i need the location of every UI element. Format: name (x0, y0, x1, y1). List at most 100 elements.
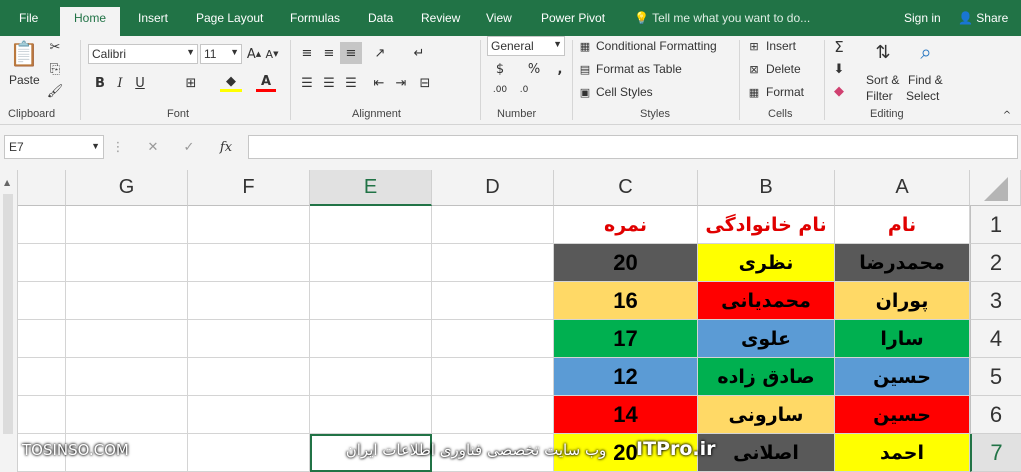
italic-button[interactable]: I (112, 74, 128, 92)
cell-blank4[interactable] (18, 320, 66, 358)
tab-power-pivot[interactable]: Power Pivot (539, 8, 607, 36)
cell-b1[interactable]: نام خانوادگی (698, 206, 835, 244)
align-left-icon[interactable]: ☰ (298, 74, 316, 92)
paste-icon[interactable]: 📋 (9, 38, 39, 70)
row-header-1[interactable]: 1 (970, 206, 1021, 244)
conditional-formatting-button[interactable]: Conditional Formatting (596, 39, 717, 53)
cell-a1[interactable]: نام (835, 206, 970, 244)
cell-d5[interactable] (432, 358, 554, 396)
tab-file[interactable]: File (17, 8, 40, 36)
sort-filter-icon[interactable]: ⇅ (868, 38, 898, 66)
row-header-2[interactable]: 2 (970, 244, 1021, 282)
row-header-6[interactable]: 6 (970, 396, 1021, 434)
comma-style-button[interactable]: , (552, 60, 568, 78)
copy-icon[interactable]: ⎘ (46, 60, 64, 78)
find-select-label-1[interactable]: Find & (908, 73, 943, 87)
tab-page-layout[interactable]: Page Layout (194, 8, 265, 36)
cell-d4[interactable] (432, 320, 554, 358)
font-size-select[interactable]: 11 ▼ (200, 44, 242, 64)
format-as-table-button[interactable]: Format as Table (596, 62, 682, 76)
clear-icon[interactable]: ◆ (830, 82, 848, 100)
cell-f7[interactable] (188, 434, 310, 472)
column-header-e[interactable]: E (310, 170, 432, 206)
row-header-7[interactable]: 7 (970, 434, 1021, 472)
tab-view[interactable]: View (484, 8, 514, 36)
cell-e1[interactable] (310, 206, 432, 244)
column-header-b[interactable]: B (698, 170, 835, 206)
cell-b7[interactable]: اصلانی (698, 434, 835, 472)
cell-g6[interactable] (66, 396, 188, 434)
cell-f2[interactable] (188, 244, 310, 282)
autosum-icon[interactable]: Σ (830, 38, 848, 56)
cell-c1[interactable]: نمره (554, 206, 698, 244)
cancel-icon[interactable]: ✕ (144, 137, 162, 157)
decrease-indent-icon[interactable]: ⇤ (370, 74, 388, 92)
cell-c3[interactable]: 16 (554, 282, 698, 320)
sort-filter-label-2[interactable]: Filter (866, 89, 893, 103)
cell-b2[interactable]: نظری (698, 244, 835, 282)
font-color-icon[interactable]: A (256, 74, 276, 92)
share-button[interactable]: 👤 Share (956, 8, 1010, 36)
cell-f6[interactable] (188, 396, 310, 434)
enter-icon[interactable]: ✓ (180, 137, 198, 157)
column-header-c[interactable]: C (554, 170, 698, 206)
row-header-4[interactable]: 4 (970, 320, 1021, 358)
cell-g2[interactable] (66, 244, 188, 282)
cell-d1[interactable] (432, 206, 554, 244)
wrap-text-icon[interactable]: ↵ (410, 44, 428, 62)
column-header-f[interactable]: F (188, 170, 310, 206)
cell-g1[interactable] (66, 206, 188, 244)
cell-c4[interactable]: 17 (554, 320, 698, 358)
cell-blank3[interactable] (18, 282, 66, 320)
underline-button[interactable]: U (132, 74, 148, 92)
row-header-5[interactable]: 5 (970, 358, 1021, 396)
format-cells-button[interactable]: Format (766, 85, 804, 99)
cell-g4[interactable] (66, 320, 188, 358)
row-header-3[interactable]: 3 (970, 282, 1021, 320)
column-header-d[interactable]: D (432, 170, 554, 206)
cell-f3[interactable] (188, 282, 310, 320)
cell-a4[interactable]: سارا (835, 320, 970, 358)
orientation-icon[interactable]: ↗ (370, 44, 390, 62)
paste-button-label[interactable]: Paste (9, 73, 40, 87)
vertical-scrollbar[interactable]: ▲ (0, 170, 18, 472)
increase-decimal-icon[interactable]: .00 (490, 82, 510, 98)
cell-c2[interactable]: 20 (554, 244, 698, 282)
scroll-thumb[interactable] (3, 194, 13, 434)
format-painter-icon[interactable]: 🖌 (46, 82, 64, 100)
cell-a2[interactable]: محمدرضا (835, 244, 970, 282)
align-right-icon[interactable]: ☰ (342, 74, 360, 92)
cell-c6[interactable]: 14 (554, 396, 698, 434)
cell-f1[interactable] (188, 206, 310, 244)
cell-e3[interactable] (310, 282, 432, 320)
cell-b4[interactable]: علوی (698, 320, 835, 358)
tab-data[interactable]: Data (366, 8, 395, 36)
cell-f4[interactable] (188, 320, 310, 358)
cell-b6[interactable]: سارونی (698, 396, 835, 434)
tell-me-box[interactable]: 💡 Tell me what you want to do... (632, 8, 812, 36)
tab-review[interactable]: Review (419, 8, 462, 36)
cell-b3[interactable]: محمدیانی (698, 282, 835, 320)
cell-blank2[interactable] (18, 244, 66, 282)
cell-styles-button[interactable]: Cell Styles (596, 85, 653, 99)
find-select-icon[interactable]: ⌕ (912, 38, 940, 66)
cell-e5[interactable] (310, 358, 432, 396)
insert-cells-button[interactable]: Insert (766, 39, 796, 53)
font-name-select[interactable]: Calibri ▼ (88, 44, 198, 64)
cut-icon[interactable]: ✂ (46, 38, 64, 56)
align-bottom-icon[interactable]: ≡ (340, 42, 362, 64)
cell-f5[interactable] (188, 358, 310, 396)
sort-filter-label-1[interactable]: Sort & (866, 73, 899, 87)
formula-input[interactable] (248, 135, 1018, 159)
tab-insert[interactable]: Insert (136, 8, 170, 36)
cell-blank5[interactable] (18, 358, 66, 396)
find-select-label-2[interactable]: Select (906, 89, 939, 103)
accounting-format-button[interactable]: $ (490, 60, 510, 78)
increase-font-icon[interactable]: A ▲ (246, 44, 262, 64)
borders-icon[interactable]: ⊞ (180, 74, 202, 92)
cell-a7[interactable]: احمد (835, 434, 970, 472)
name-box[interactable]: E7 ▼ (4, 135, 104, 159)
cell-b5[interactable]: صادق زاده (698, 358, 835, 396)
cell-a6[interactable]: حسین (835, 396, 970, 434)
delete-cells-button[interactable]: Delete (766, 62, 801, 76)
